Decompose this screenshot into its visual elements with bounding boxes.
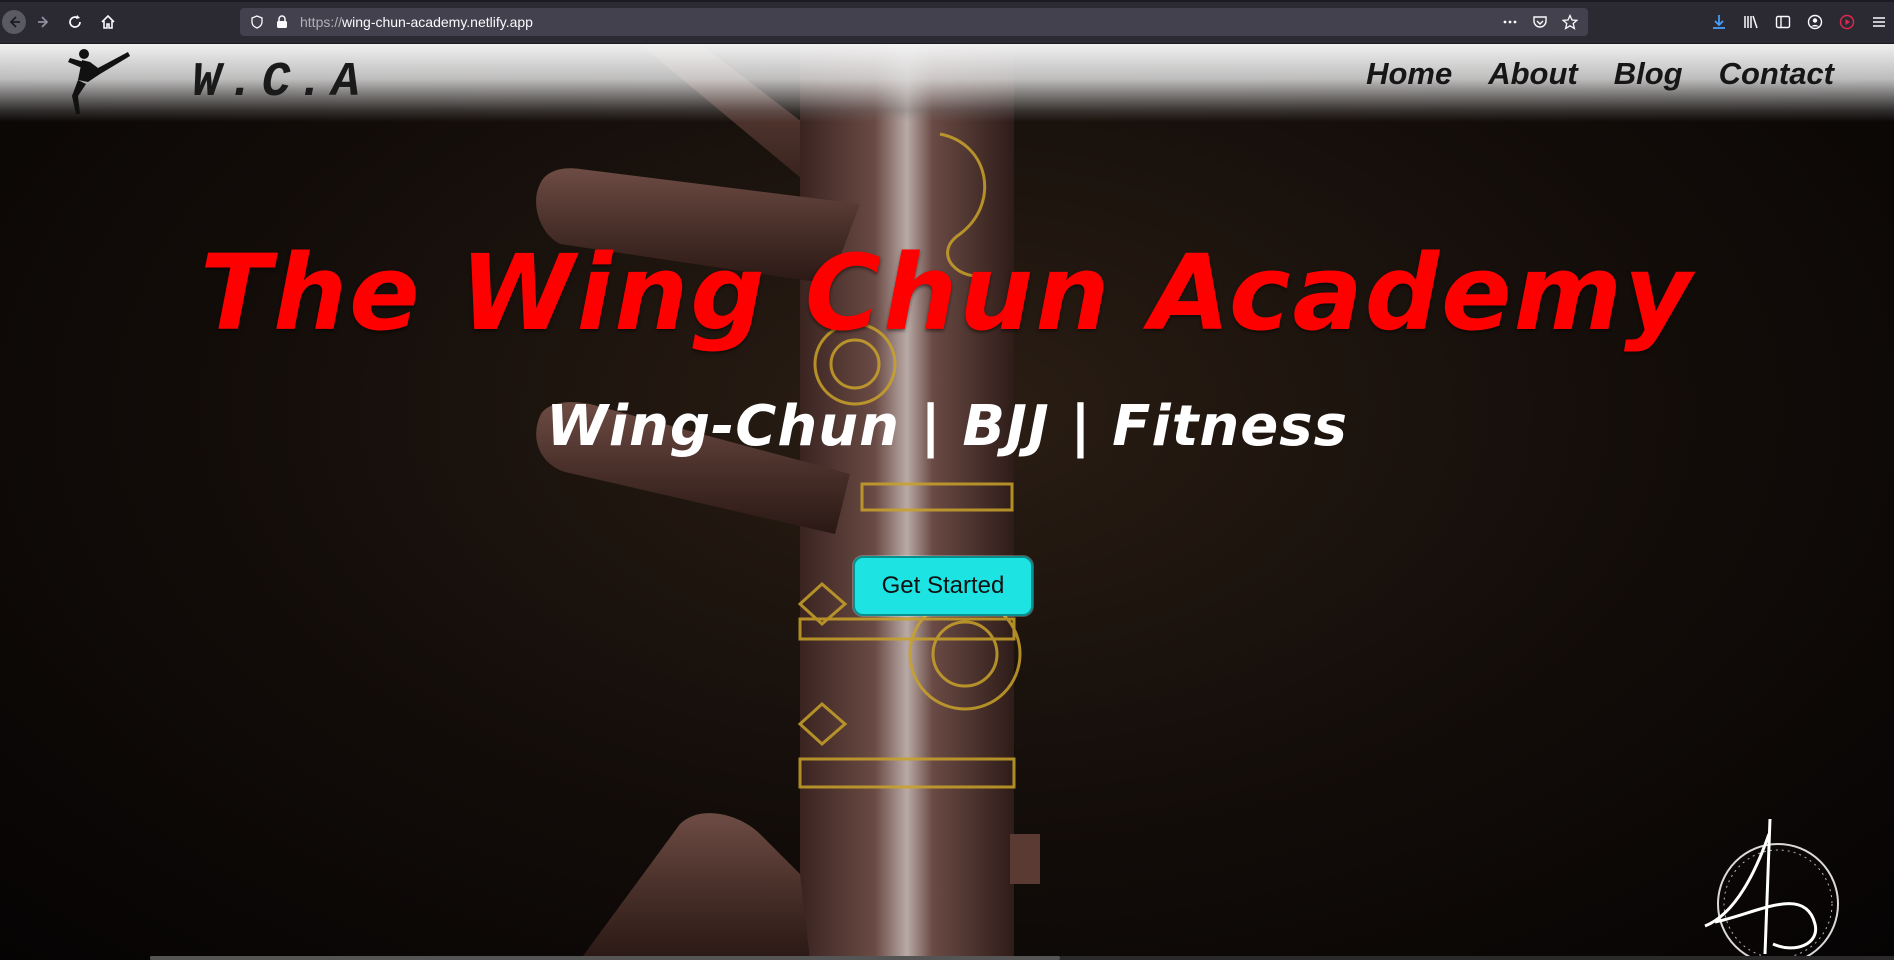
back-arrow-icon [9, 16, 20, 28]
library-icon[interactable] [1742, 10, 1760, 34]
hero-title: The Wing Chun Academy [200, 232, 1694, 354]
url-actions [1502, 14, 1578, 30]
nav-home-link[interactable]: Home [1366, 56, 1452, 92]
tab-strip [0, 0, 1894, 2]
bookmark-star-icon[interactable] [1562, 14, 1578, 30]
hero-subtitle: Wing-Chun | BJJ | Fitness [546, 394, 1348, 459]
nav-blog-link[interactable]: Blog [1614, 56, 1683, 92]
forward-arrow-icon [38, 16, 49, 28]
home-button[interactable] [96, 10, 120, 34]
pocket-icon[interactable] [1532, 14, 1548, 30]
url-text[interactable]: https://wing-chun-academy.netlify.app [300, 14, 533, 30]
downloads-icon[interactable] [1710, 10, 1728, 34]
home-icon [101, 14, 115, 29]
url-bar[interactable]: https://wing-chun-academy.netlify.app [240, 8, 1588, 36]
url-protocol: https:// [300, 14, 343, 30]
page-actions-icon[interactable] [1502, 14, 1518, 30]
record-extension-icon[interactable] [1838, 10, 1856, 34]
menu-icon[interactable] [1870, 10, 1888, 34]
scrollbar-thumb[interactable] [150, 956, 1060, 960]
nav-contact-link[interactable]: Contact [1719, 56, 1834, 92]
lock-icon[interactable] [276, 15, 288, 29]
horizontal-scrollbar[interactable] [150, 956, 1894, 960]
reload-button[interactable] [63, 10, 87, 34]
nav-about-link[interactable]: About [1488, 56, 1578, 92]
account-icon[interactable] [1806, 10, 1824, 34]
wooden-dummy-image [536, 44, 1040, 960]
browser-toolbar: https://wing-chun-academy.netlify.app [0, 0, 1894, 44]
page-viewport: W.C.A Home About Blog Contact The Wing C… [0, 44, 1894, 960]
back-button[interactable] [2, 10, 26, 34]
sidebar-icon[interactable] [1774, 10, 1792, 34]
url-host: wing-chun-academy.netlify.app [342, 14, 533, 30]
get-started-button[interactable]: Get Started [853, 556, 1033, 616]
site-header: W.C.A Home About Blog Contact [0, 44, 1894, 122]
forward-button[interactable] [32, 10, 56, 34]
brand-name[interactable]: W.C.A [192, 56, 366, 110]
main-nav: Home About Blog Contact [1366, 56, 1834, 92]
reload-icon [69, 15, 81, 28]
signature-logo-icon [1704, 818, 1839, 960]
tracking-shield-icon[interactable] [250, 15, 264, 29]
kicking-fighter-logo-icon[interactable] [64, 48, 136, 116]
toolbar-right [1710, 10, 1894, 34]
